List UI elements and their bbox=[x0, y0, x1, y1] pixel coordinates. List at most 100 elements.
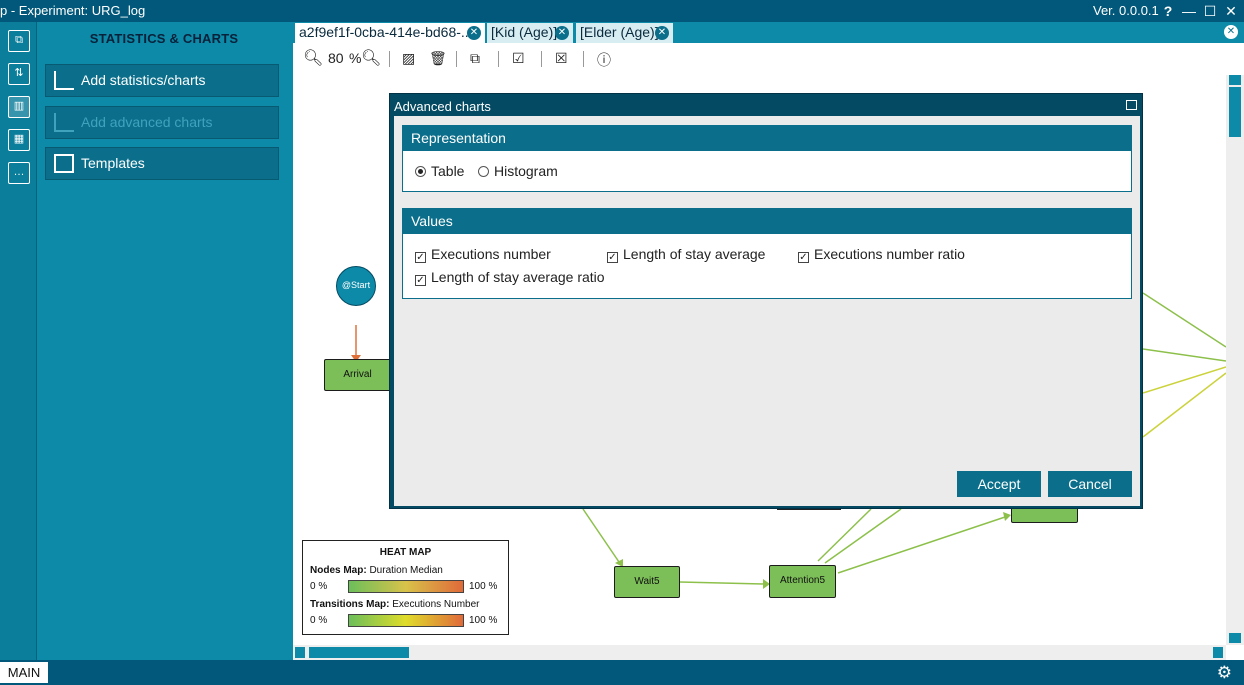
radio-unselected-icon bbox=[478, 166, 489, 177]
radio-histogram[interactable]: Histogram bbox=[478, 163, 558, 179]
window-title: p - Experiment: URG_log bbox=[0, 3, 146, 18]
tab-kid-age[interactable]: [Kid (Age)] ✕ bbox=[487, 23, 573, 43]
advanced-charts-dialog: Advanced charts Representation Table His… bbox=[389, 93, 1143, 509]
node-arrival[interactable]: Arrival bbox=[324, 359, 391, 391]
minimize-button[interactable]: — bbox=[1178, 1, 1200, 21]
vertical-scrollbar[interactable] bbox=[1226, 75, 1244, 645]
nodes-min: 0 % bbox=[310, 581, 328, 592]
tab-bar: a2f9ef1f-0cba-414e-bd68-... ✕ [Kid (Age)… bbox=[293, 22, 1244, 43]
close-tab-icon[interactable]: ✕ bbox=[467, 26, 481, 40]
transitions-map-value: Executions Number bbox=[392, 599, 480, 610]
transitions-gradient-bar bbox=[348, 614, 464, 627]
experiment-icon[interactable]: ⧉ bbox=[8, 30, 30, 52]
radio-histogram-label: Histogram bbox=[494, 163, 558, 179]
templates-label: Templates bbox=[81, 155, 145, 171]
values-header: Values bbox=[403, 209, 1131, 234]
toolbar-divider bbox=[541, 51, 542, 67]
more-icon[interactable]: … bbox=[8, 162, 30, 184]
checkmark-icon: ✓ bbox=[607, 252, 618, 263]
zoom-unit: % bbox=[349, 50, 362, 66]
tab-elder-age[interactable]: [Elder (Age)] ✕ bbox=[576, 23, 673, 43]
checkbox-label: Length of stay average ratio bbox=[431, 269, 605, 285]
nodes-map-value: Duration Median bbox=[369, 565, 443, 576]
maximize-button[interactable]: ☐ bbox=[1199, 1, 1221, 21]
add-advanced-charts-label: Add advanced charts bbox=[81, 114, 213, 130]
checkbox-label: Length of stay average bbox=[623, 246, 766, 262]
nodes-map-row: Nodes Map: Duration Median bbox=[310, 565, 443, 576]
grid-icon[interactable]: ▦ bbox=[8, 129, 30, 151]
version-label: Ver. 0.0.0.1 bbox=[1093, 3, 1159, 18]
close-view-icon[interactable]: ✕ bbox=[1224, 25, 1238, 39]
line-chart-icon bbox=[54, 71, 74, 90]
add-advanced-charts-button[interactable]: Add advanced charts bbox=[45, 106, 279, 139]
graph-node[interactable] bbox=[1011, 507, 1078, 523]
close-tab-icon[interactable]: ✕ bbox=[655, 26, 669, 40]
transitions-map-row: Transitions Map: Executions Number bbox=[310, 599, 480, 610]
add-statistics-label: Add statistics/charts bbox=[81, 72, 206, 88]
radio-selected-icon bbox=[415, 166, 426, 177]
zoom-in-icon[interactable]: 🔍︎ bbox=[361, 48, 381, 68]
maximize-dialog-icon[interactable] bbox=[1126, 100, 1137, 110]
settings-gear-icon[interactable]: ⚙ bbox=[1217, 663, 1232, 683]
checkbox-length-of-stay-average[interactable]: ✓ Length of stay average bbox=[607, 246, 765, 263]
node-attention5[interactable]: Attention5 bbox=[769, 565, 836, 598]
scroll-right-arrow[interactable] bbox=[1213, 647, 1223, 658]
scroll-down-arrow[interactable] bbox=[1229, 633, 1241, 643]
vertical-scroll-thumb[interactable] bbox=[1229, 87, 1241, 137]
icon-rail: ⧉ ⇅ ▥ ▦ … bbox=[0, 22, 37, 660]
cancel-button[interactable]: Cancel bbox=[1048, 471, 1132, 497]
image-icon[interactable]: ▨ bbox=[402, 50, 415, 67]
area-chart-icon bbox=[54, 113, 74, 132]
checkmark-icon: ✓ bbox=[415, 252, 426, 263]
start-node[interactable]: @Start bbox=[336, 266, 376, 306]
window-check-icon[interactable]: ☑ bbox=[512, 50, 525, 67]
dialog-body: Representation Table Histogram Values ✓ E… bbox=[394, 116, 1140, 506]
zoom-out-icon[interactable]: 🔍︎ bbox=[303, 48, 323, 68]
checkbox-executions-number-ratio[interactable]: ✓ Executions number ratio bbox=[798, 246, 965, 263]
templates-button[interactable]: Templates bbox=[45, 147, 279, 180]
main-tab[interactable]: MAIN bbox=[0, 662, 48, 683]
dialog-title: Advanced charts bbox=[394, 99, 491, 114]
info-icon[interactable]: ⓘ bbox=[597, 50, 611, 70]
panel-title: STATISTICS & CHARTS bbox=[89, 31, 239, 46]
close-tab-icon[interactable]: ✕ bbox=[555, 26, 569, 40]
filters-icon[interactable]: ⇅ bbox=[8, 63, 30, 85]
close-button[interactable]: ✕ bbox=[1220, 1, 1242, 21]
toolbar-divider bbox=[456, 51, 457, 67]
delete-icon[interactable]: 🗑 bbox=[429, 50, 447, 67]
toolbar-divider bbox=[389, 51, 390, 67]
representation-group: Representation Table Histogram bbox=[402, 125, 1132, 192]
add-statistics-button[interactable]: Add statistics/charts bbox=[45, 64, 279, 97]
nodes-max: 100 % bbox=[469, 581, 498, 592]
copy-icon[interactable]: ⧉ bbox=[470, 50, 480, 67]
scroll-left-arrow[interactable] bbox=[295, 647, 305, 658]
tab-experiment[interactable]: a2f9ef1f-0cba-414e-bd68-... ✕ bbox=[295, 23, 485, 43]
transitions-map-label: Transitions Map: bbox=[310, 599, 390, 610]
zoom-value: 80 bbox=[328, 50, 344, 66]
radio-table[interactable]: Table bbox=[415, 163, 464, 179]
nodes-gradient-bar bbox=[348, 580, 464, 593]
horizontal-scrollbar[interactable] bbox=[293, 645, 1226, 660]
checkbox-label: Executions number bbox=[431, 246, 551, 262]
values-group: Values ✓ Executions number ✓ Length of sta… bbox=[402, 208, 1132, 299]
toolbar-divider bbox=[583, 51, 584, 67]
statistics-icon[interactable]: ▥ bbox=[8, 96, 30, 118]
radio-table-label: Table bbox=[431, 163, 465, 179]
template-icon bbox=[54, 154, 74, 173]
representation-header: Representation bbox=[403, 126, 1131, 151]
tab-label: a2f9ef1f-0cba-414e-bd68-... bbox=[299, 24, 473, 40]
tab-label: [Kid (Age)] bbox=[491, 24, 558, 40]
checkbox-executions-number[interactable]: ✓ Executions number bbox=[415, 246, 551, 263]
statistics-panel: STATISTICS & CHARTS Add statistics/chart… bbox=[38, 22, 290, 660]
checkmark-icon: ✓ bbox=[798, 252, 809, 263]
scroll-up-arrow[interactable] bbox=[1229, 75, 1241, 85]
excel-icon[interactable]: ☒ bbox=[555, 50, 568, 67]
help-button[interactable]: ? bbox=[1157, 1, 1179, 21]
graph-toolbar: 🔍︎ 80 % 🔍︎ ▨ 🗑 ⧉ ☑ ☒ ⓘ bbox=[293, 43, 1244, 75]
checkmark-icon: ✓ bbox=[415, 275, 426, 286]
node-wait5[interactable]: Wait5 bbox=[614, 566, 680, 598]
transitions-min: 0 % bbox=[310, 615, 328, 626]
accept-button[interactable]: Accept bbox=[957, 471, 1041, 497]
checkbox-length-of-stay-average-ratio[interactable]: ✓ Length of stay average ratio bbox=[415, 269, 605, 286]
horizontal-scroll-thumb[interactable] bbox=[309, 647, 409, 658]
